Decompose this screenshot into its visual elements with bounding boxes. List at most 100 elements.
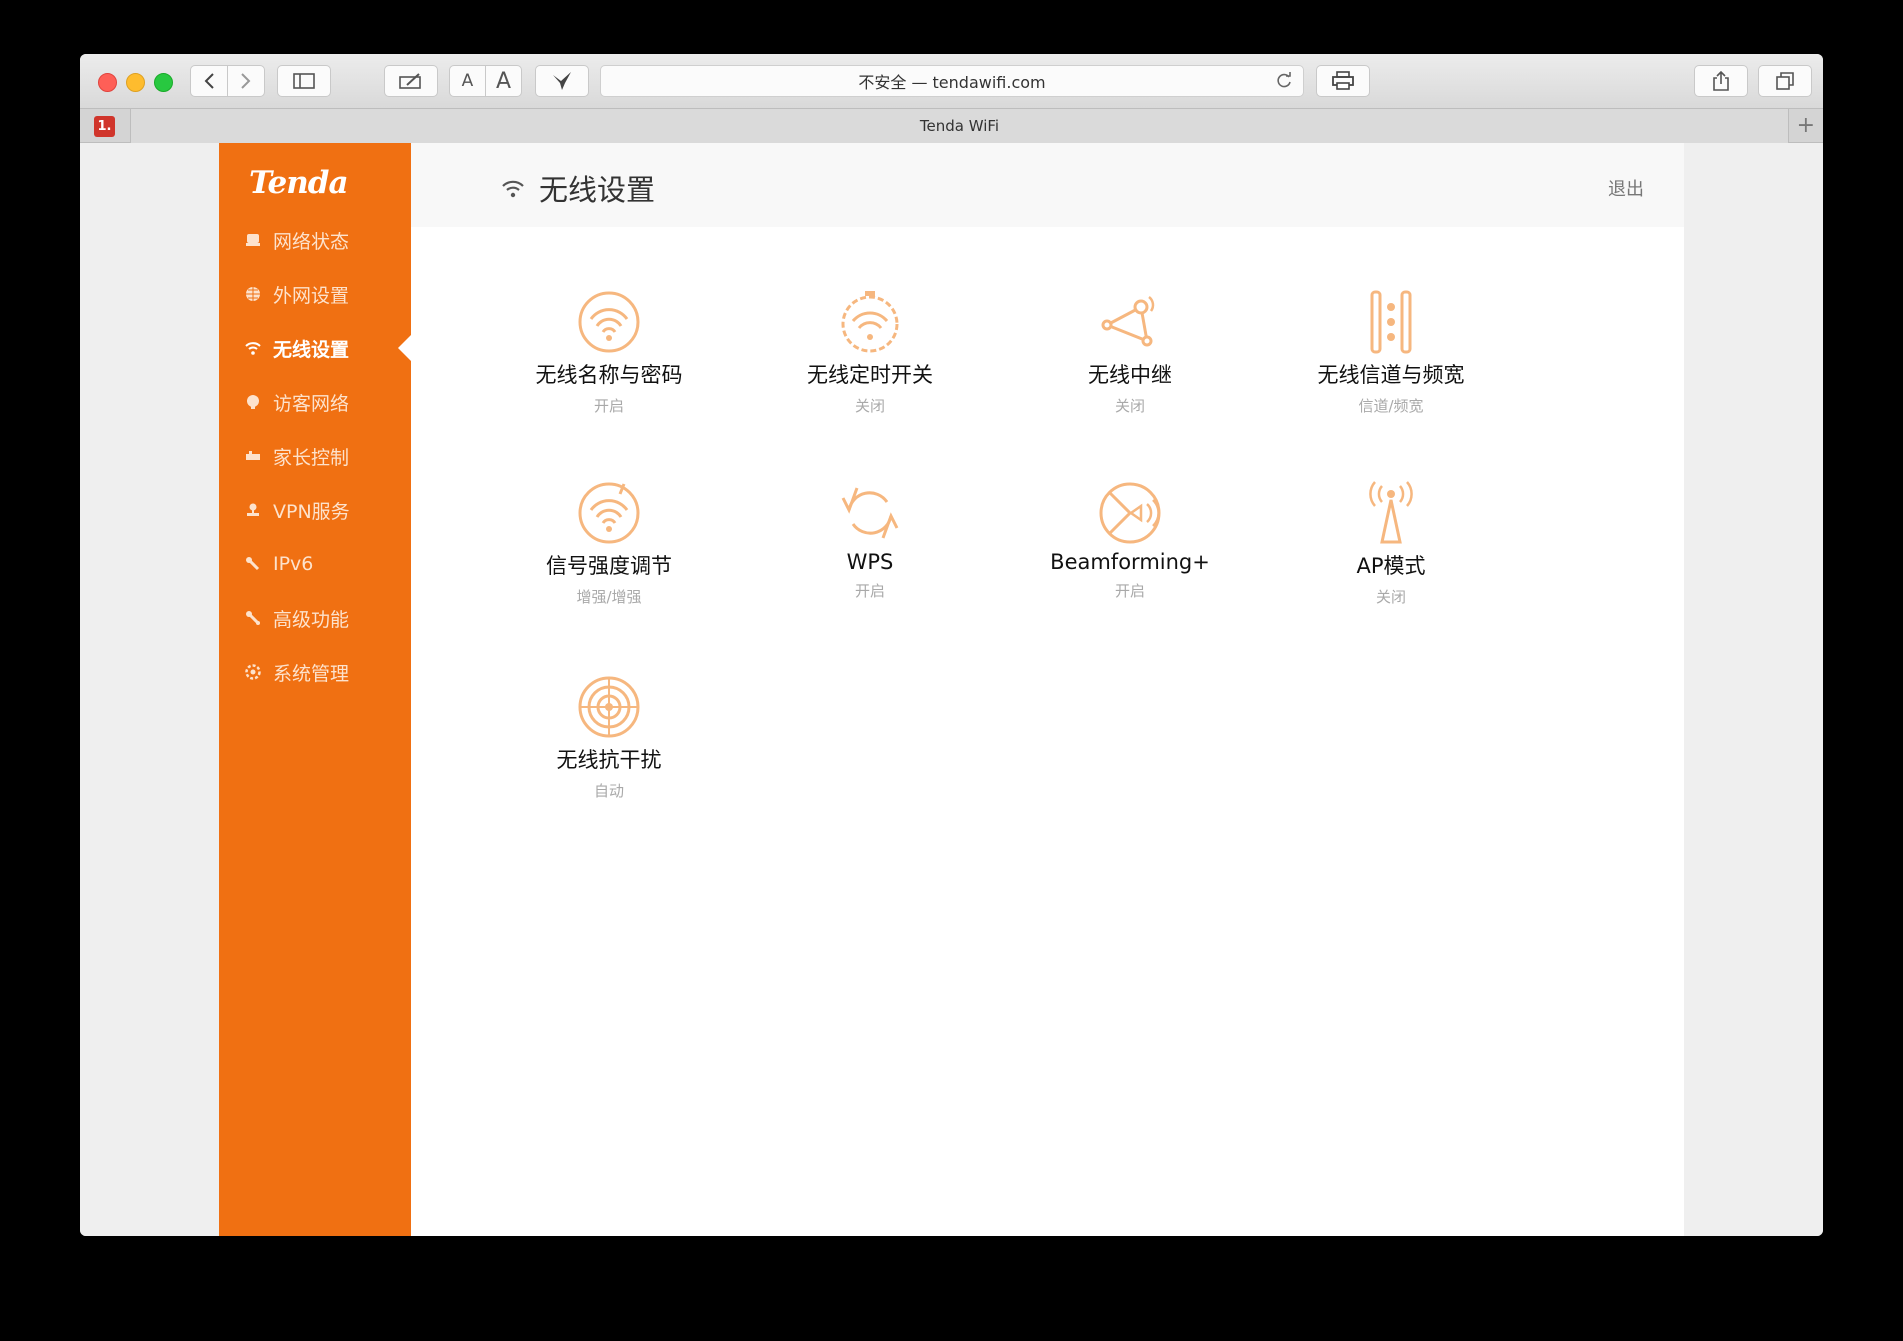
sidebar-item-label: 系统管理	[273, 662, 350, 685]
sidebar-item-advanced-features[interactable]: 高级功能	[245, 603, 349, 633]
active-item-pointer	[398, 335, 411, 361]
font-larger-button[interactable]: A	[485, 65, 522, 97]
antenna-icon	[1369, 481, 1413, 544]
tile-label: 无线抗干扰	[556, 748, 662, 772]
signal-strength-icon	[578, 482, 640, 544]
tab-tenda-wifi[interactable]: Tenda WiFi	[130, 109, 1789, 143]
sidebar-item-vpn-service[interactable]: VPN服务	[245, 495, 350, 525]
tile-anti-interference[interactable]: 无线抗干扰 自动	[479, 674, 739, 801]
pencil-icon	[399, 73, 421, 89]
sidebar-item-label: 访客网络	[273, 392, 350, 415]
tabs-overview-button[interactable]	[1758, 65, 1812, 97]
tile-label: 无线信道与频宽	[1317, 363, 1465, 387]
tile-wps[interactable]: WPS 开启	[740, 480, 1000, 601]
maximize-window-button[interactable]	[154, 73, 173, 92]
new-tab-button[interactable]: +	[1797, 113, 1815, 138]
tile-signal-strength[interactable]: 信号强度调节 增强/增强	[479, 480, 739, 607]
tile-status: 关闭	[854, 397, 885, 415]
wifi-circle-icon	[578, 291, 640, 353]
parental-icon	[245, 448, 261, 464]
repeater-icon	[1101, 296, 1155, 347]
tile-status: 增强/增强	[576, 588, 642, 606]
sidebar-item-label: 家长控制	[273, 446, 350, 469]
tile-wireless-name-password[interactable]: 无线名称与密码 开启	[479, 289, 739, 416]
tile-status: 开启	[854, 582, 885, 600]
chevron-left-icon	[204, 73, 214, 89]
logout-link[interactable]: 退出	[1608, 175, 1644, 201]
wifi-timer-icon	[841, 291, 899, 353]
browser-toolbar: A A 不安全 — tendawifi.com	[80, 54, 1823, 108]
tab-bar: 1. Tenda WiFi +	[80, 108, 1823, 143]
tile-label: AP模式	[1356, 554, 1426, 578]
back-button[interactable]	[190, 65, 228, 97]
tile-label: 无线名称与密码	[535, 363, 683, 387]
tools-icon	[245, 610, 261, 626]
share-button[interactable]	[1694, 65, 1748, 97]
address-text: 不安全 — tendawifi.com	[858, 73, 1046, 92]
sidebar: Tenda 网络状态 外网设置 无线设置 访客网络 家长控制 VPN服务 IPv…	[219, 143, 411, 1236]
printer-icon	[1332, 71, 1354, 90]
wifi-icon	[502, 180, 524, 198]
anti-interference-icon	[578, 676, 640, 738]
tile-wireless-channel-bandwidth[interactable]: 无线信道与频宽 信道/频宽	[1261, 289, 1521, 416]
tile-beamforming[interactable]: Beamforming+ 开启	[1000, 480, 1260, 601]
edit-note-button[interactable]	[384, 65, 438, 97]
tile-wireless-repeater[interactable]: 无线中继 关闭	[1000, 289, 1260, 416]
sidebar-item-network-status[interactable]: 网络状态	[245, 225, 349, 255]
vpn-icon	[245, 502, 261, 518]
sidebar-item-guest-network[interactable]: 访客网络	[245, 387, 349, 417]
browser-window: A A 不安全 — tendawifi.com 1. Tenda WiFi +	[80, 54, 1823, 1236]
tile-label: Beamforming+	[1050, 550, 1210, 574]
tile-label: 无线中继	[1088, 363, 1172, 387]
pinned-tab[interactable]: 1.	[94, 116, 115, 137]
wifi-icon	[245, 340, 261, 356]
sidebar-item-ipv6[interactable]: IPv6	[245, 549, 313, 579]
tile-label: 信号强度调节	[546, 554, 672, 578]
sidebar-item-parental-control[interactable]: 家长控制	[245, 441, 349, 471]
sidebar-item-label: IPv6	[273, 553, 314, 575]
tile-ap-mode[interactable]: AP模式 关闭	[1261, 480, 1521, 607]
reload-icon[interactable]	[1275, 72, 1293, 94]
tile-status: 开启	[593, 397, 624, 415]
sidebar-item-wireless-settings[interactable]: 无线设置	[245, 333, 349, 363]
channel-icon	[1370, 290, 1412, 354]
tile-status: 关闭	[1375, 588, 1406, 606]
tab-title: Tenda WiFi	[919, 117, 1000, 135]
main-panel: 无线设置 退出 无线名称与密码 开启 无线定时开关 关闭 无线中继 关闭 无线信…	[411, 143, 1684, 1236]
minimize-window-button[interactable]	[126, 73, 145, 92]
tile-status: 信道/频宽	[1358, 397, 1424, 415]
sidebar-item-label: 高级功能	[273, 608, 350, 631]
tile-label: 无线定时开关	[807, 363, 933, 387]
sidebar-item-system-management[interactable]: 系统管理	[245, 657, 349, 687]
tenda-logo: Tenda	[249, 165, 349, 201]
globe-icon	[245, 286, 261, 302]
page-header: 无线设置 退出	[411, 143, 1684, 227]
bird-icon	[553, 72, 571, 90]
sidebar-toggle-button[interactable]	[277, 65, 331, 97]
sidebar-item-wan-settings[interactable]: 外网设置	[245, 279, 349, 309]
tabs-icon	[1776, 72, 1794, 90]
tile-wireless-schedule[interactable]: 无线定时开关 关闭	[740, 289, 1000, 416]
sidebar-item-label: 外网设置	[273, 284, 350, 307]
page-title-text: 无线设置	[539, 173, 656, 207]
sidebar-item-label: 无线设置	[273, 338, 350, 361]
print-button[interactable]	[1316, 65, 1370, 97]
page-title: 无线设置	[501, 167, 655, 209]
forward-button[interactable]	[227, 65, 265, 97]
beamforming-icon	[1099, 482, 1161, 544]
sidebar-item-label: VPN服务	[273, 500, 350, 523]
wps-refresh-icon	[841, 487, 899, 539]
chevron-right-icon	[241, 73, 251, 89]
address-bar[interactable]: 不安全 — tendawifi.com	[600, 65, 1304, 97]
sidebar-item-label: 网络状态	[273, 230, 350, 253]
tile-status: 开启	[1114, 582, 1145, 600]
monitor-icon	[245, 232, 261, 248]
close-window-button[interactable]	[98, 73, 117, 92]
tile-status: 自动	[593, 782, 624, 800]
reader-bird-button[interactable]	[535, 65, 589, 97]
tile-status: 关闭	[1114, 397, 1145, 415]
wrench-icon	[245, 556, 261, 572]
tile-label: WPS	[846, 550, 894, 574]
font-smaller-button[interactable]: A	[449, 65, 486, 97]
page-content: Tenda 网络状态 外网设置 无线设置 访客网络 家长控制 VPN服务 IPv…	[80, 143, 1823, 1236]
